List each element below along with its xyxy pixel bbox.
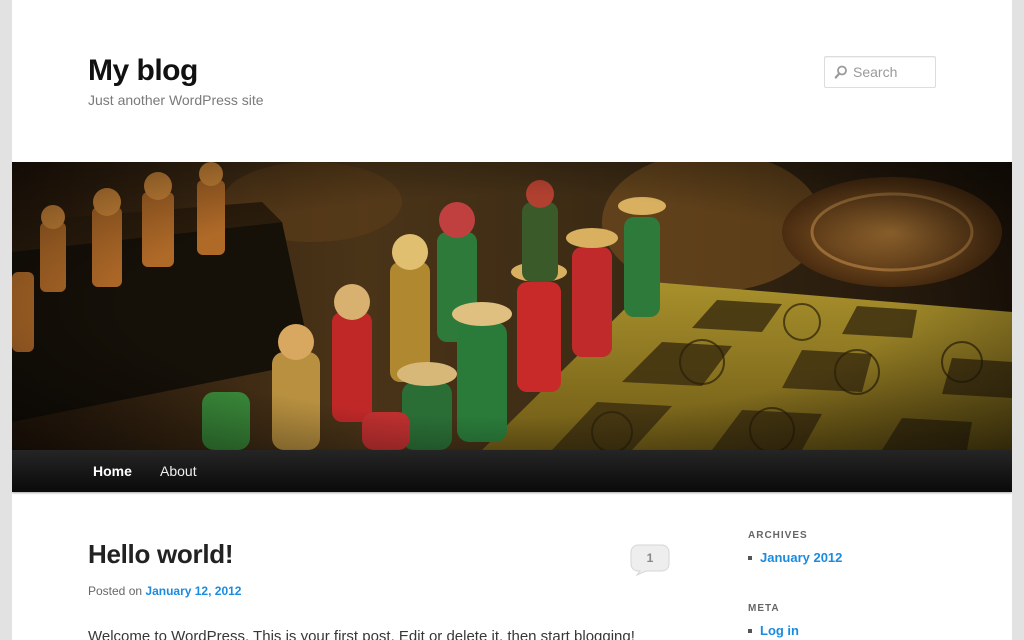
- comment-count[interactable]: 1: [630, 544, 670, 572]
- main-navigation: Home About: [12, 450, 1012, 492]
- header-image: [12, 162, 1012, 450]
- bullet-icon: [748, 629, 752, 633]
- posted-on-label: Posted on: [88, 584, 143, 598]
- login-link[interactable]: Log in: [760, 623, 799, 638]
- search-icon: [834, 65, 847, 79]
- site-title[interactable]: My blog: [88, 54, 198, 88]
- post-title[interactable]: Hello world!: [88, 539, 233, 570]
- site-description: Just another WordPress site: [88, 92, 264, 108]
- post-content: Welcome to WordPress. This is your first…: [88, 628, 635, 640]
- list-item: Log in: [748, 623, 799, 639]
- archive-link-january-2012[interactable]: January 2012: [760, 550, 842, 565]
- post-meta: Posted on January 12, 2012: [88, 584, 241, 598]
- list-item: January 2012: [748, 550, 842, 566]
- post-date-link[interactable]: January 12, 2012: [145, 584, 241, 598]
- nav-item-about[interactable]: About: [160, 450, 197, 492]
- meta-list: Log in: [748, 623, 799, 639]
- nav-item-home[interactable]: Home: [93, 450, 132, 492]
- bullet-icon: [748, 556, 752, 560]
- search-form[interactable]: [824, 56, 936, 88]
- archives-widget-title: ARCHIVES: [748, 530, 808, 541]
- archives-list: January 2012: [748, 550, 842, 566]
- page: My blog Just another WordPress site Sear…: [12, 0, 1012, 640]
- search-input[interactable]: [853, 57, 931, 87]
- meta-widget-title: META: [748, 603, 780, 614]
